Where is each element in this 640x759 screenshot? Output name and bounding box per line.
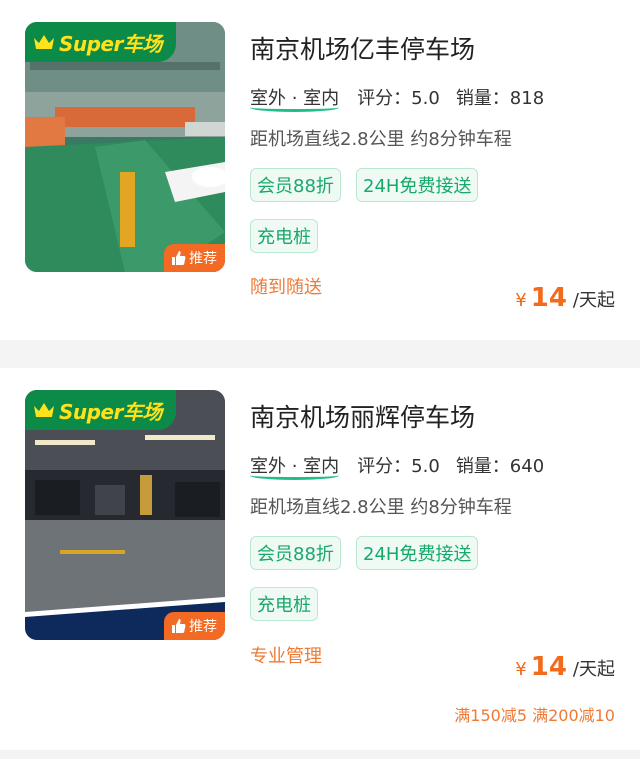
badge-text: Super车场 xyxy=(59,31,162,56)
chip-charging: 充电桩 xyxy=(250,219,318,253)
thumbs-up-icon xyxy=(172,251,186,265)
chip-free-shuttle: 24H免费接送 xyxy=(356,168,479,202)
price-currency: ¥ xyxy=(515,659,527,680)
chip-member-discount: 会员88折 xyxy=(250,536,341,570)
crown-icon xyxy=(34,403,54,417)
card-divider xyxy=(0,750,640,759)
super-badge: Super车场 xyxy=(25,390,176,430)
sales-label: 销量：818 xyxy=(455,88,545,109)
chip-charging: 充电桩 xyxy=(250,587,318,621)
parking-meta-2: 室外 · 室内 评分：5.0 销量：640 xyxy=(250,452,545,480)
parking-photo-1[interactable]: Super车场 推荐 xyxy=(25,22,225,272)
location-tag: 室外 · 室内 xyxy=(250,452,340,480)
parking-meta-1: 室外 · 室内 评分：5.0 销量：818 xyxy=(250,84,545,112)
sales-label: 销量：640 xyxy=(455,456,545,477)
price-value: 14 xyxy=(530,652,567,682)
service-note-1: 随到随送 xyxy=(250,277,322,298)
recommend-tag: 推荐 xyxy=(164,244,225,272)
score-label: 评分：5.0 xyxy=(357,456,440,477)
parking-title-1[interactable]: 南京机场亿丰停车场 xyxy=(250,30,475,66)
badge-text: Super车场 xyxy=(59,399,162,424)
chip-member-discount: 会员88折 xyxy=(250,168,341,202)
distance-text-2: 距机场直线2.8公里 约8分钟车程 xyxy=(250,497,512,518)
recommend-label: 推荐 xyxy=(189,619,217,635)
price-unit: /天起 xyxy=(572,290,615,311)
card-divider xyxy=(0,340,640,368)
score-label: 评分：5.0 xyxy=(357,88,440,109)
recommend-label: 推荐 xyxy=(189,251,217,267)
service-note-2: 专业管理 xyxy=(250,646,322,667)
parking-title-2[interactable]: 南京机场丽辉停车场 xyxy=(250,398,475,434)
crown-icon xyxy=(34,35,54,49)
price-1: ¥ 14 /天起 xyxy=(515,283,615,313)
recommend-tag: 推荐 xyxy=(164,612,225,640)
promo-text: 满150减5 满200减10 xyxy=(454,706,615,725)
super-badge: Super车场 xyxy=(25,22,176,62)
price-2: ¥ 14 /天起 xyxy=(515,652,615,682)
price-unit: /天起 xyxy=(572,659,615,680)
chip-free-shuttle: 24H免费接送 xyxy=(356,536,479,570)
parking-photo-2[interactable]: Super车场 推荐 xyxy=(25,390,225,640)
price-currency: ¥ xyxy=(515,290,527,311)
thumbs-up-icon xyxy=(172,619,186,633)
distance-text-1: 距机场直线2.8公里 约8分钟车程 xyxy=(250,129,512,150)
price-value: 14 xyxy=(530,283,567,313)
location-tag: 室外 · 室内 xyxy=(250,84,340,112)
